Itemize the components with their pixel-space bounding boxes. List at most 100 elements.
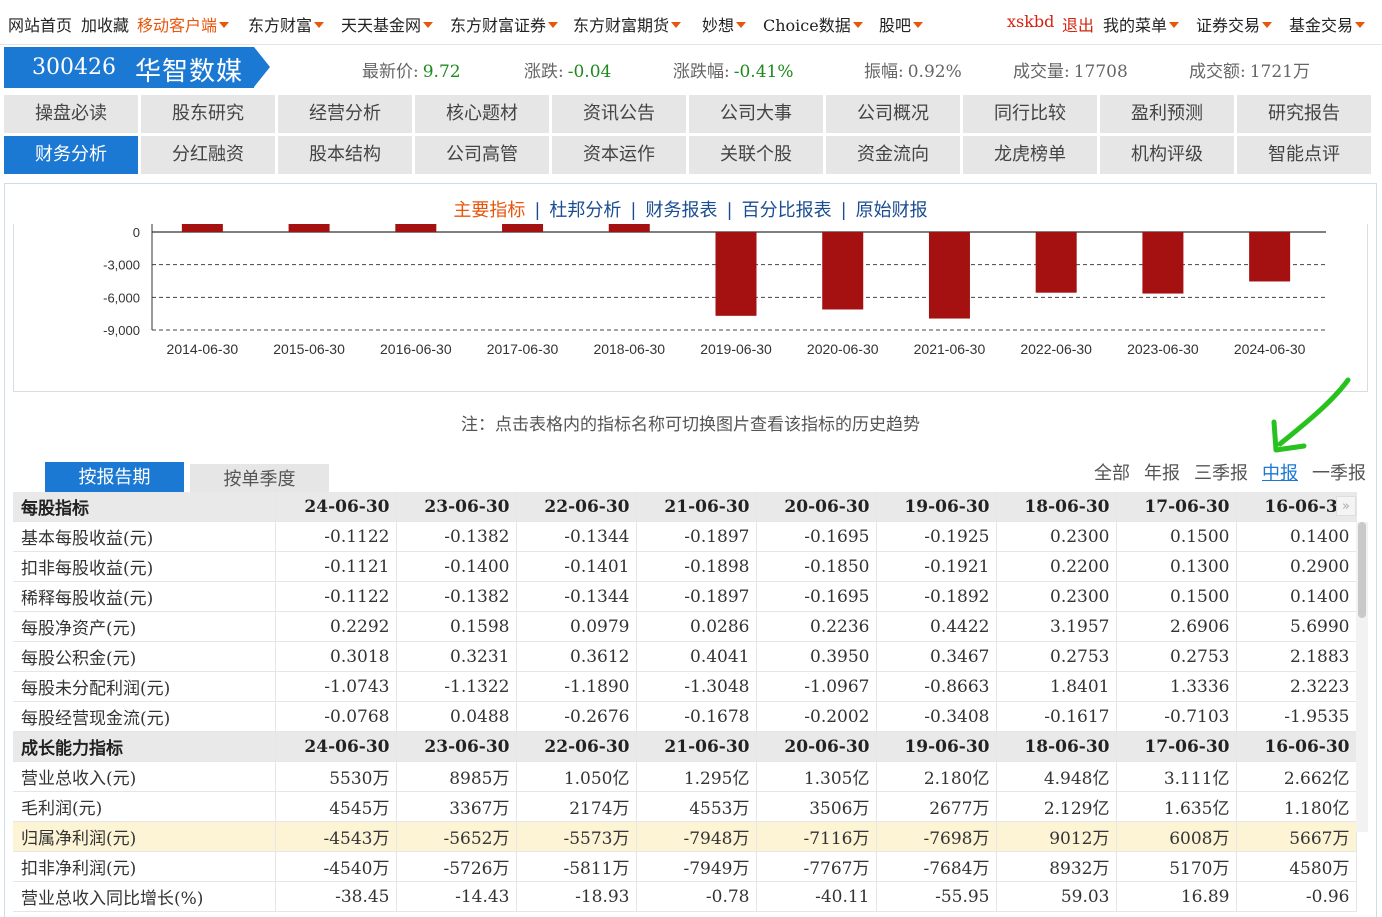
tab-row2-8[interactable]: 机构评级 [1100, 136, 1234, 174]
indicator-name-link[interactable]: 扣非每股收益(元) [13, 551, 276, 582]
filter-3[interactable]: 中报 [1262, 463, 1298, 484]
chart-note: 注：点击表格内的指标名称可切换图片查看该指标的历史趋势 [461, 415, 920, 435]
tab-row2-7[interactable]: 龙虎榜单 [963, 136, 1097, 174]
tab-row2-5[interactable]: 关联个股 [689, 136, 823, 174]
nav-item-9[interactable]: 股吧 [879, 12, 924, 36]
filter-0[interactable]: 全部 [1094, 463, 1130, 484]
subnav-item-1[interactable]: 杜邦分析 [549, 196, 621, 222]
chart-bar[interactable] [181, 224, 223, 232]
table-cell: 2.3223 [1236, 671, 1357, 702]
indicator-name-link[interactable]: 每股净资产(元) [13, 611, 276, 642]
tab-by-single-quarter[interactable]: 按单季度 [190, 464, 329, 494]
user-name-link[interactable]: xskbd [1007, 12, 1054, 31]
tab-row2-0[interactable]: 财务分析 [4, 136, 138, 174]
tab-row1-6[interactable]: 公司概况 [826, 95, 960, 133]
indicator-name-link[interactable]: 扣非净利润(元) [13, 851, 276, 882]
filter-1[interactable]: 年报 [1144, 463, 1180, 484]
nav-item-label: Choice数据 [763, 16, 851, 35]
table-cell: -1.1890 [516, 671, 637, 702]
group-title: 成长能力指标 [13, 731, 276, 762]
table-cell: -5811万 [516, 851, 637, 882]
chart-bar[interactable] [1142, 232, 1184, 294]
period-header: 16-06-30 [1236, 731, 1357, 762]
nav-item-label: 移动客户端 [137, 16, 218, 35]
scrollbar-thumb[interactable] [1358, 522, 1366, 618]
table-cell: 1.635亿 [1116, 791, 1237, 822]
nav-item-3[interactable]: 东方财富 [248, 12, 325, 36]
filter-4[interactable]: 一季报 [1312, 463, 1366, 484]
x-tick-label: 2022-06-30 [1020, 341, 1092, 357]
indicator-name-link[interactable]: 稀释每股收益(元) [13, 581, 276, 612]
subnav-item-3[interactable]: 百分比报表 [742, 196, 832, 222]
tab-row2-6[interactable]: 资金流向 [826, 136, 960, 174]
nav-right-item-label: 我的菜单 [1103, 16, 1168, 35]
nav-item-1[interactable]: 加收藏 [81, 12, 129, 36]
tab-row1-5[interactable]: 公司大事 [689, 95, 823, 133]
filter-2[interactable]: 三季报 [1194, 463, 1248, 484]
indicator-name-link[interactable]: 归属净利润(元) [13, 821, 276, 852]
nav-item-2[interactable]: 移动客户端 [137, 12, 230, 36]
subnav-item-2[interactable]: 财务报表 [646, 196, 718, 222]
tab-row1-3[interactable]: 核心题材 [415, 95, 549, 133]
indicator-name-link[interactable]: 每股未分配利润(元) [13, 671, 276, 702]
chart-container: 0 -3,000 -6,000 -9,000 2014-06-30 2015-06-30 2… [13, 224, 1368, 392]
nav-right-item-label: 证券交易 [1196, 16, 1261, 35]
tab-row1-1[interactable]: 股东研究 [141, 95, 275, 133]
nav-item-6[interactable]: 东方财富期货 [573, 12, 682, 36]
stock-code: 300426 [32, 55, 116, 80]
table-cell: -7949万 [636, 851, 757, 882]
tab-row2-4[interactable]: 资本运作 [552, 136, 686, 174]
table-cell: 0.1300 [1116, 551, 1237, 582]
indicator-name-link[interactable]: 基本每股收益(元) [13, 521, 276, 552]
chart-bar[interactable] [822, 232, 864, 310]
indicator-name-link[interactable]: 毛利润(元) [13, 791, 276, 822]
table-cell: -0.96 [1236, 881, 1357, 912]
nav-item-8[interactable]: Choice数据 [763, 12, 863, 36]
tab-row1-4[interactable]: 资讯公告 [552, 95, 686, 133]
period-header: 22-06-30 [516, 731, 637, 762]
nav-item-5[interactable]: 东方财富证券 [450, 12, 559, 36]
tab-row1-8[interactable]: 盈利预测 [1100, 95, 1234, 133]
nav-item-7[interactable]: 妙想 [702, 12, 747, 36]
nav-item-0[interactable]: 网站首页 [8, 12, 72, 36]
tab-row2-1[interactable]: 分红融资 [141, 136, 275, 174]
tab-row2-2[interactable]: 股本结构 [278, 136, 412, 174]
tab-row1-7[interactable]: 同行比较 [963, 95, 1097, 133]
indicator-name-link[interactable]: 每股公积金(元) [13, 641, 276, 672]
indicator-name-link[interactable]: 营业总收入(元) [13, 761, 276, 792]
scroll-right-button[interactable]: » [1336, 496, 1356, 516]
tab-row1-0[interactable]: 操盘必读 [4, 95, 138, 133]
table-cell: 3506万 [756, 791, 877, 822]
table-cell: 0.0979 [516, 611, 637, 642]
nav-right-item-0[interactable]: 我的菜单 [1103, 12, 1180, 36]
quote-label: 振幅: [864, 62, 904, 82]
chart-bar[interactable] [502, 224, 544, 232]
nav-right-item-2[interactable]: 基金交易 [1289, 12, 1366, 36]
chart-bar[interactable] [608, 224, 650, 232]
chart-bar[interactable] [288, 224, 330, 232]
tab-by-report-period[interactable]: 按报告期 [45, 462, 184, 494]
tab-row1-9[interactable]: 研究报告 [1237, 95, 1371, 133]
chevron-down-icon [671, 21, 682, 28]
nav-item-4[interactable]: 天天基金网 [341, 12, 434, 36]
table-cell: -4540万 [275, 851, 397, 882]
nav-item-label: 天天基金网 [341, 16, 422, 35]
indicator-name-link[interactable]: 每股经营现金流(元) [13, 701, 276, 732]
logout-link[interactable]: 退出 [1062, 12, 1094, 36]
chart-bar[interactable] [1035, 232, 1077, 293]
table-cell: 0.1400 [1236, 521, 1357, 552]
table-cell: 2174万 [516, 791, 637, 822]
tab-row1-2[interactable]: 经营分析 [278, 95, 412, 133]
table-cell: -4543万 [275, 821, 397, 852]
subnav-item-4[interactable]: 原始财报 [856, 196, 928, 222]
chart-bar[interactable] [715, 232, 757, 316]
table-cell: 0.3467 [876, 641, 997, 672]
nav-right-item-1[interactable]: 证券交易 [1196, 12, 1273, 36]
chart-bar[interactable] [928, 232, 970, 319]
chart-bar[interactable] [395, 224, 437, 232]
subnav-item-0[interactable]: 主要指标 [453, 196, 525, 222]
chart-bar[interactable] [1249, 232, 1291, 282]
indicator-name-link[interactable]: 营业总收入同比增长(%) [13, 881, 276, 912]
tab-row2-3[interactable]: 公司高管 [415, 136, 549, 174]
tab-row2-9[interactable]: 智能点评 [1237, 136, 1371, 174]
